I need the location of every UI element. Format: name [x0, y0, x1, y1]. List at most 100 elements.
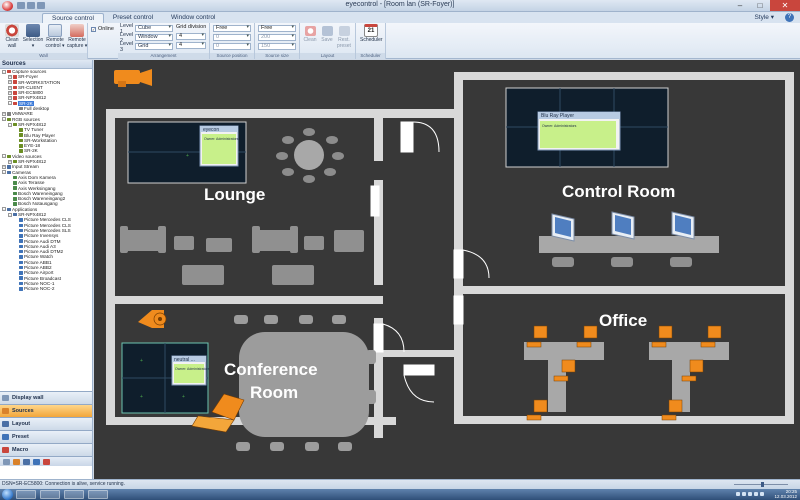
conference-display-wall[interactable]: + + + + neutral ... Owner: Administrator… — [121, 342, 210, 414]
tree-expander-icon[interactable]: + — [8, 96, 12, 101]
source-height-input[interactable]: 150 — [258, 43, 296, 50]
tree-expander-icon[interactable]: - — [2, 170, 6, 175]
source-type-icon — [7, 207, 11, 212]
tree-expander-icon[interactable]: - — [2, 69, 6, 74]
system-tray-icons — [736, 492, 764, 496]
tab-preset-control[interactable]: Preset control — [104, 13, 162, 23]
floorplan-canvas[interactable]: + eyecon Owner: Administrators Lounge Bl… — [94, 60, 800, 479]
clean-wall-button[interactable]: Clean wall — [1, 24, 23, 49]
selection-icon — [26, 24, 40, 37]
control-room-desk — [539, 236, 719, 267]
source-type-icon — [19, 281, 23, 286]
lounge-display-wall[interactable]: + eyecon Owner: Administrators — [127, 121, 247, 184]
source-position-mode-select[interactable]: Free — [213, 25, 251, 32]
source-type-icon — [19, 271, 23, 275]
tree-item[interactable]: Picture NOC-2 — [0, 286, 92, 291]
layout-save-button[interactable]: Save — [319, 26, 335, 43]
source-width-input[interactable]: 200 — [258, 34, 296, 41]
style-menu[interactable]: Style ▾ — [754, 13, 774, 21]
level-2-select[interactable]: Window — [135, 34, 173, 41]
tab-window-control[interactable]: Window control — [162, 13, 224, 23]
nav-sources[interactable]: Sources — [0, 404, 92, 417]
layout-restore-icon — [338, 26, 350, 36]
tree-expander-icon[interactable]: + — [8, 85, 12, 90]
nav-mini-icon[interactable] — [43, 459, 50, 465]
nav-mini-icon[interactable] — [33, 459, 40, 465]
source-size-mode-select[interactable]: Free — [258, 25, 296, 32]
tab-source-control[interactable]: Source control — [42, 13, 104, 23]
level-3-select[interactable]: Grid — [135, 43, 173, 50]
source-position-x-input[interactable]: 0 — [213, 34, 251, 41]
system-clock[interactable]: 20:25 12.03.2012 — [774, 489, 797, 499]
layout-restore-preset-button[interactable]: Rest. preset — [336, 26, 352, 49]
group-label-wall: Wall — [0, 53, 87, 59]
grid-division-y-input[interactable]: 4 — [176, 42, 206, 49]
taskbar-app-2[interactable] — [40, 490, 60, 499]
projector-icon[interactable] — [138, 310, 167, 328]
taskbar-app-3[interactable] — [64, 490, 84, 499]
layout-clean-button[interactable]: Clean — [302, 26, 318, 43]
taskbar-app-1[interactable] — [16, 490, 36, 499]
level-1-select[interactable]: Cube — [135, 25, 173, 32]
nav-mini-icon[interactable] — [13, 459, 20, 465]
zoom-slider-knob[interactable] — [761, 482, 764, 487]
title-bar: eyecontrol - [Room lan (SR-Foyer)] – □ ✕ — [0, 0, 800, 12]
help-icon[interactable]: ? — [785, 13, 794, 22]
tree-expander-icon[interactable]: - — [2, 207, 6, 212]
window-controls: – □ ✕ — [730, 0, 800, 11]
svg-text:+: + — [186, 153, 189, 159]
source-type-icon — [19, 260, 23, 265]
os-taskbar: 20:25 12.03.2012 — [0, 489, 800, 500]
nav-mini-icon[interactable] — [3, 459, 10, 465]
tree-expander-icon[interactable]: + — [2, 164, 6, 169]
scheduler-button[interactable]: 21 Scheduler — [360, 24, 383, 44]
tree-expander-icon[interactable]: + — [8, 159, 12, 164]
tree-expander-icon[interactable]: + — [8, 80, 12, 85]
sources-tree[interactable]: - Capture sources + SR-Foyer + SR-WORKSTATION… — [0, 69, 92, 390]
remote-capture-button[interactable]: Remote capture ▾ — [66, 24, 88, 49]
nav-item-icon — [2, 447, 9, 453]
remote-control-button[interactable]: Remote control ▾ — [44, 24, 66, 49]
nav-layout[interactable]: Layout — [0, 417, 92, 430]
control-room-display-wall[interactable]: Blu Ray Player Owner: Administrators — [505, 87, 669, 168]
source-type-icon — [19, 223, 23, 227]
source-type-icon — [19, 133, 23, 137]
source-type-icon — [19, 276, 23, 280]
close-button[interactable]: ✕ — [770, 0, 800, 11]
tree-expander-icon[interactable]: - — [8, 122, 12, 127]
tree-expander-icon[interactable]: - — [8, 212, 12, 217]
source-type-icon — [19, 249, 23, 254]
taskbar-app-4[interactable] — [88, 490, 108, 499]
source-type-icon — [7, 165, 11, 169]
tree-expander-icon[interactable]: + — [8, 74, 12, 79]
group-label-arrangement: Arrangement — [118, 53, 209, 59]
minimize-button[interactable]: – — [730, 0, 750, 11]
maximize-button[interactable]: □ — [750, 0, 770, 11]
grid-division-x-input[interactable]: 4 — [176, 33, 206, 40]
nav-preset[interactable]: Preset — [0, 430, 92, 443]
source-type-icon — [19, 149, 23, 153]
nav-item-icon — [2, 408, 9, 414]
online-toggle[interactable]: ✓ Online — [91, 26, 114, 32]
source-position-y-input[interactable]: 0 — [213, 43, 251, 50]
source-type-icon — [19, 244, 23, 249]
tree-expander-icon[interactable]: - — [8, 101, 12, 106]
nav-mini-icon[interactable] — [23, 459, 30, 465]
tree-expander-icon[interactable]: - — [2, 117, 6, 122]
nav-macro[interactable]: Macro — [0, 443, 92, 456]
tree-expander-icon[interactable]: + — [8, 90, 12, 95]
svg-text:+: + — [140, 394, 143, 400]
lounge-sofas — [120, 226, 364, 285]
source-type-icon — [7, 69, 11, 74]
source-type-icon — [19, 106, 23, 111]
group-label-source-size: Source size — [255, 53, 299, 59]
nav-display-wall[interactable]: Display wall — [0, 391, 92, 404]
ribbon: Clean wall Selection ▾ Remote control ▾ … — [0, 23, 800, 59]
start-button-icon[interactable] — [2, 489, 13, 500]
source-type-icon — [19, 138, 23, 143]
tree-expander-icon[interactable]: + — [2, 112, 6, 117]
zoom-slider[interactable] — [726, 482, 796, 487]
selection-button[interactable]: Selection ▾ — [22, 24, 44, 49]
camera-icon[interactable] — [114, 69, 152, 87]
tree-expander-icon[interactable]: - — [2, 154, 6, 159]
